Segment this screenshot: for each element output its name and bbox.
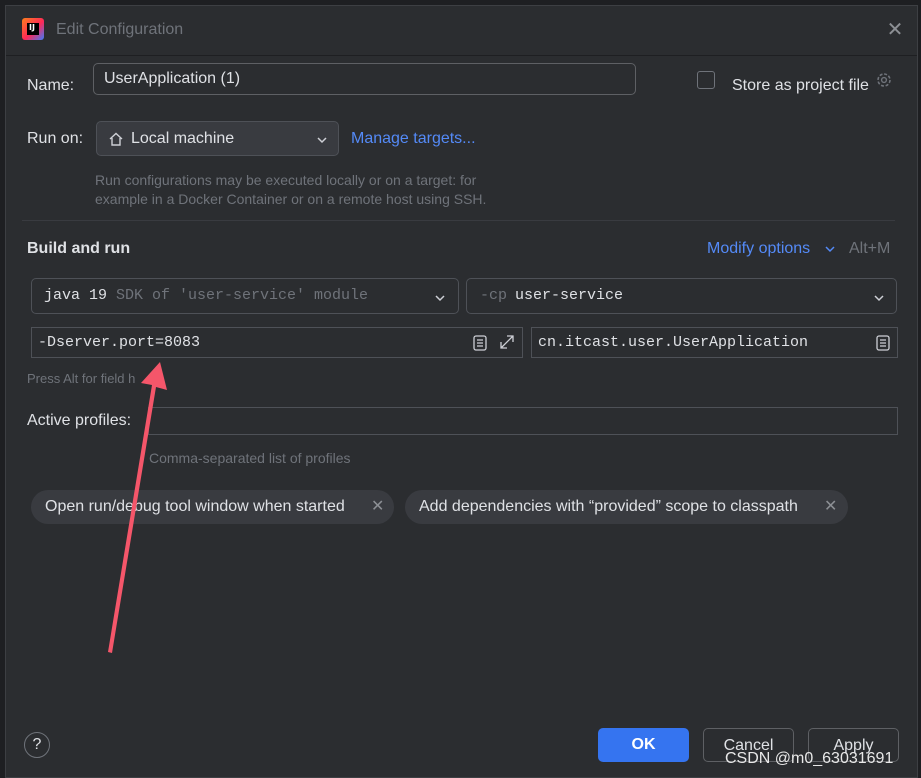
- annotation-arrow: [108, 362, 167, 653]
